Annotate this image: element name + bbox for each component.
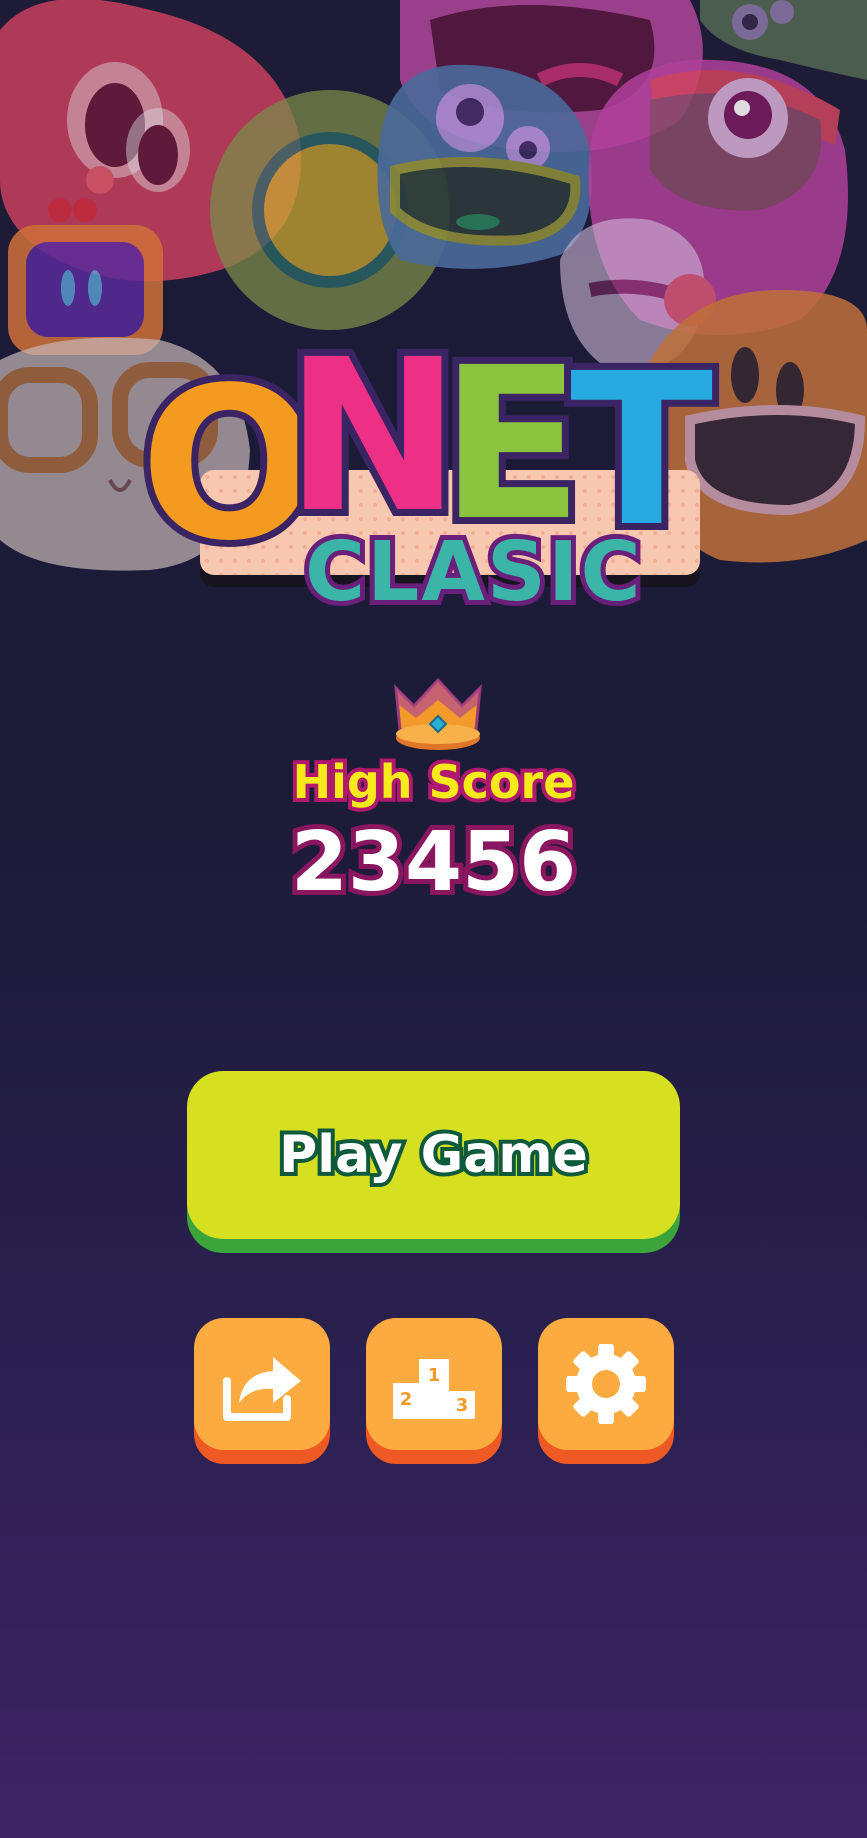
crown-icon [394,678,482,750]
podium-rank-2: 2 [400,1389,413,1410]
settings-button[interactable] [538,1318,674,1450]
game-logo: O N E T CLASIC [133,322,720,626]
podium-icon: 1 2 3 [393,1359,475,1419]
share-icon [223,1357,301,1421]
logo-letter-n: N [278,314,468,559]
logo-subtitle: CLASIC [300,520,646,625]
gear-icon [566,1344,646,1424]
play-game-label: Play Game [275,1121,592,1189]
high-score-label: High Score [289,751,579,813]
play-game-button[interactable]: Play Game [187,1071,680,1239]
share-button[interactable] [194,1318,330,1450]
podium-rank-1: 1 [428,1365,441,1386]
podium-rank-3: 3 [456,1395,469,1416]
logo-letter-e: E [433,322,590,567]
leaderboard-button[interactable]: 1 2 3 [366,1318,502,1450]
high-score-value: 23456 [286,810,581,915]
